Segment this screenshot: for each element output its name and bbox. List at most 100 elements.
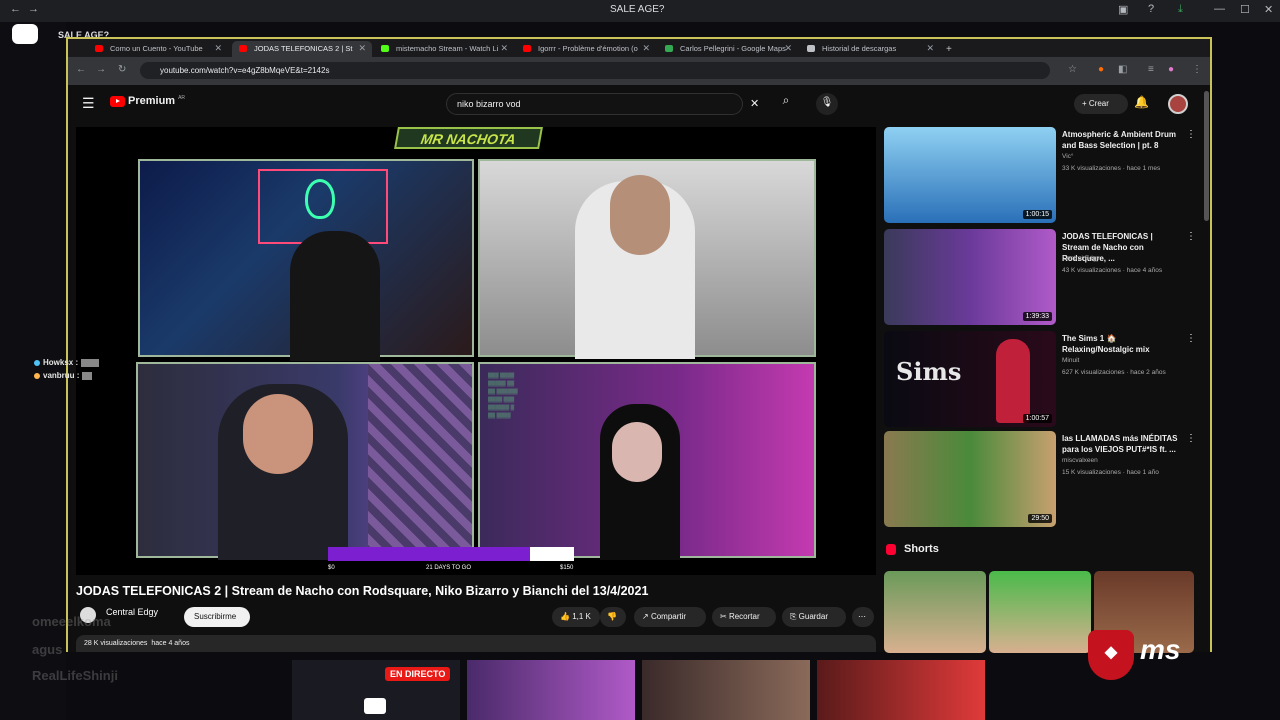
search-input[interactable]: niko bizarro vod	[446, 93, 743, 115]
maps-favicon-icon	[665, 45, 673, 52]
share-icon: ↗	[642, 612, 649, 621]
recommendation-item[interactable]: 1:00:15 Atmospheric & Ambient Drum and B…	[884, 127, 1196, 223]
close-window-icon[interactable]: ✕	[1264, 3, 1273, 16]
reload-icon[interactable]: ↻	[118, 64, 126, 75]
notifications-bell-icon[interactable]: 🔔	[1134, 95, 1149, 109]
close-tab-icon[interactable]: ✕	[642, 43, 650, 54]
profile-icon[interactable]: ●	[1168, 64, 1174, 75]
like-button[interactable]: 👍 1,1 K	[552, 607, 600, 627]
video-thumbnail[interactable]: 29:50	[884, 431, 1056, 527]
stream-chat-overlay: Howksx : vanbruu :	[34, 358, 100, 384]
recommendation-channel[interactable]: Vic°	[1062, 153, 1074, 160]
media-icon[interactable]: ≡	[1148, 64, 1154, 75]
recommendation-title[interactable]: The Sims 1 🏠 Relaxing/Nostalgic mix	[1062, 333, 1180, 355]
extension-icon[interactable]: ●	[1098, 64, 1104, 75]
tab-jodas-telefonicas[interactable]: JODAS TELEFONICAS 2 | St ✕	[232, 41, 372, 57]
recommendation-title[interactable]: Atmospheric & Ambient Drum and Bass Sele…	[1062, 129, 1180, 151]
youtube-logo[interactable]: Premium AR	[110, 95, 185, 107]
recommendation-channel[interactable]: Central Edgy	[1062, 255, 1100, 262]
page-scrollbar[interactable]	[1204, 91, 1209, 221]
stream-banner: MR NACHOTA	[394, 127, 543, 149]
dislike-button[interactable]: 👎	[600, 607, 626, 627]
download-icon[interactable]: ⤓	[1178, 3, 1183, 16]
shorts-icon	[886, 544, 896, 555]
tab-downloads[interactable]: Historial de descargas ✕	[800, 41, 940, 57]
hamburger-menu-icon[interactable]: ☰	[82, 95, 95, 112]
more-options-icon[interactable]: ⋮	[1186, 433, 1196, 444]
save-label: Guardar	[798, 612, 828, 621]
forward-icon[interactable]: →	[96, 64, 106, 75]
close-tab-icon[interactable]: ✕	[926, 43, 934, 54]
create-label: Crear	[1088, 99, 1109, 108]
youtube-play-icon	[110, 95, 125, 107]
back-icon[interactable]: ←	[76, 64, 86, 75]
video-thumbnail[interactable]: 1:00:15	[884, 127, 1056, 223]
more-options-icon[interactable]: ⋮	[1186, 333, 1196, 344]
bookmark-star-icon[interactable]: ☆	[1068, 64, 1077, 75]
discord-logo-icon[interactable]	[12, 24, 38, 44]
close-tab-icon[interactable]: ✕	[784, 43, 792, 54]
tab-kick-stream[interactable]: mistemacho Stream - Watch Li ✕	[374, 41, 514, 57]
close-tab-icon[interactable]: ✕	[214, 43, 222, 54]
forward-arrow-icon[interactable]: →	[28, 3, 39, 15]
clear-search-icon[interactable]: ✕	[750, 97, 759, 110]
short-thumbnail[interactable]	[989, 571, 1091, 653]
clip-label: Recortar	[728, 612, 760, 621]
channel-name[interactable]: Central Edgy	[106, 607, 158, 617]
url-field[interactable]: youtube.com/watch?v=e4gZ8bMqeVE&t=2142s	[140, 62, 1050, 79]
inbox-icon[interactable]: ▣	[1118, 3, 1128, 16]
region-code: AR	[178, 95, 186, 101]
recommendation-title[interactable]: las LLAMADAS más INÉDITAS para los VIEJO…	[1062, 433, 1180, 455]
video-thumbnail[interactable]: Sims 1:00:57	[884, 331, 1056, 427]
browser-menu-icon[interactable]: ⋮	[1192, 64, 1202, 75]
screen-icon	[364, 698, 386, 714]
sims-logo: Sims	[896, 357, 962, 386]
share-button[interactable]: ↗ Compartir	[634, 607, 706, 627]
more-actions-icon[interactable]: ⋯	[852, 607, 874, 627]
recommendation-meta: 15 K visualizaciones · hace 1 año	[1062, 469, 1159, 476]
new-tab-button[interactable]: +	[942, 41, 962, 57]
back-arrow-icon[interactable]: ←	[10, 3, 21, 15]
save-button[interactable]: ⎘ Guardar	[782, 607, 846, 627]
chat-user: Howksx :	[43, 358, 79, 367]
minimize-icon[interactable]: —	[1214, 3, 1225, 15]
video-thumbnail[interactable]: 1:39:33	[884, 229, 1056, 325]
face	[612, 422, 662, 482]
scissors-icon: ✂	[720, 612, 727, 621]
goal-end: $150	[560, 565, 574, 571]
recommendation-item[interactable]: 1:39:33 JODAS TELEFONICAS | Stream de Na…	[884, 229, 1196, 325]
recommendation-channel[interactable]: Minuit	[1062, 357, 1079, 364]
microphone-icon[interactable]: 🎙	[816, 93, 838, 115]
upload-age: hace 4 años	[151, 640, 190, 647]
like-count: 1,1 K	[572, 612, 591, 621]
clip-button[interactable]: ✂ Recortar	[712, 607, 776, 627]
recommendation-item[interactable]: Sims 1:00:57 The Sims 1 🏠 Relaxing/Nosta…	[884, 331, 1196, 427]
recommendation-item[interactable]: 29:50 las LLAMADAS más INÉDITAS para los…	[884, 431, 1196, 527]
close-tab-icon[interactable]: ✕	[500, 43, 508, 54]
emote-icon	[82, 371, 93, 380]
recommendation-channel[interactable]: miscvalxeen	[1062, 457, 1098, 464]
tab-google-maps[interactable]: Carlos Pellegrini - Google Maps ✕	[658, 41, 798, 57]
description-box[interactable]: 28 K visualizaciones hace 4 años	[76, 635, 876, 652]
maximize-icon[interactable]: ☐	[1240, 3, 1250, 16]
help-icon[interactable]: ?	[1148, 3, 1154, 15]
more-options-icon[interactable]: ⋮	[1186, 231, 1196, 242]
stream-thumbnail[interactable]	[817, 660, 985, 720]
create-button[interactable]: + Crear	[1074, 94, 1128, 114]
close-tab-icon[interactable]: ✕	[358, 43, 366, 54]
more-options-icon[interactable]: ⋮	[1186, 129, 1196, 140]
video-player[interactable]: ▒▒▒ ▒▒▒▒ ▒▒▒▒▒ ▒▒ ▒▒ ▒▒▒▒▒▒ ▒▒▒▒ ▒▒▒ ▒▒▒▒▒▒ …	[76, 127, 876, 575]
search-icon[interactable]: ⌕	[773, 93, 799, 115]
figure-red-dress	[996, 339, 1030, 423]
tab-como-un-cuento[interactable]: Como un Cuento - YouTube ✕	[88, 41, 228, 57]
short-thumbnail[interactable]	[884, 571, 986, 653]
stream-thumbnail[interactable]	[467, 660, 635, 720]
chat-user: vanbruu :	[43, 371, 80, 380]
account-avatar[interactable]	[1168, 94, 1188, 114]
recommendation-meta: 627 K visualizaciones · hace 2 años	[1062, 369, 1166, 376]
stream-thumbnail[interactable]	[642, 660, 810, 720]
alien-neon-icon	[305, 179, 335, 219]
subscribe-button[interactable]: Suscribirme	[184, 607, 250, 627]
extensions-puzzle-icon[interactable]: ◧	[1118, 64, 1127, 75]
tab-igorrr[interactable]: Igorrr - Problème d'émotion (o ✕	[516, 41, 656, 57]
